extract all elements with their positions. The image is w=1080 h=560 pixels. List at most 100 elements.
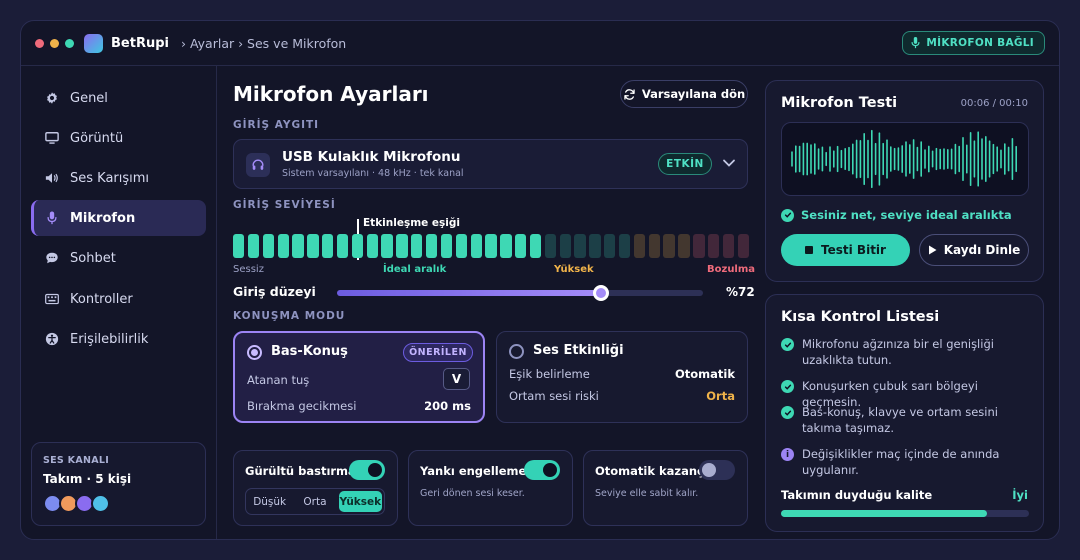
sidebar-item-microphone[interactable]: Mikrofon — [31, 200, 206, 236]
stop-icon — [805, 246, 814, 254]
sidebar-item-display[interactable]: Görüntü — [31, 120, 206, 156]
play-recording-button[interactable]: Kaydı Dinle — [919, 234, 1029, 266]
auto-gain-label: Otomatik kazanç — [595, 464, 704, 478]
level-segment — [425, 234, 438, 258]
monitor-icon — [45, 131, 59, 145]
noise-risk-value: Orta — [706, 389, 735, 403]
level-segment — [411, 234, 423, 258]
check-icon — [781, 338, 794, 351]
level-segment — [663, 234, 675, 258]
title-bar: BetRupi › Ayarlar › Ses ve Mikrofon MİKR… — [21, 21, 1059, 66]
headset-icon — [246, 153, 270, 177]
level-option-medium[interactable]: Orta — [293, 491, 336, 512]
accessibility-icon — [45, 332, 59, 346]
input-gain-value: %72 — [726, 285, 755, 299]
voice-activity-option[interactable]: Ses Etkinliği Eşik belirleme Otomatik Or… — [496, 331, 748, 423]
sidebar-item-label: Genel — [70, 90, 108, 106]
level-segment — [678, 234, 690, 258]
refresh-icon — [624, 88, 635, 100]
level-segment — [722, 234, 735, 258]
zone-label-silent: Sessiz — [233, 264, 264, 275]
keyboard-icon — [45, 292, 59, 306]
echo-cancellation-toggle[interactable] — [524, 460, 560, 480]
voice-channel-value: Takım · 5 kişi — [43, 472, 132, 486]
speech-mode-heading: KONUŞMA MODU — [233, 310, 346, 322]
threshold-mode-value: Otomatik — [674, 367, 735, 381]
release-delay-label: Bırakma gecikmesi — [247, 399, 357, 413]
level-segment — [500, 234, 512, 258]
toggle-knob — [543, 463, 557, 477]
voice-channel-card[interactable]: SES KANALI Takım · 5 kişi — [31, 442, 206, 526]
mic-status-badge: MİKROFON BAĞLI — [902, 31, 1045, 55]
check-icon — [781, 406, 794, 419]
level-option-low[interactable]: Düşük — [248, 491, 291, 512]
sidebar-item-sound-mix[interactable]: Ses Karışımı — [31, 160, 206, 196]
release-delay-value[interactable]: 200 ms — [424, 399, 471, 413]
echo-cancellation-card: Yankı engelleme Geri dönen sesi keser. — [408, 450, 573, 526]
sidebar-item-controls[interactable]: Kontroller — [31, 281, 206, 317]
level-segment — [708, 234, 720, 258]
level-segment — [559, 234, 571, 258]
sidebar-item-label: Görüntü — [70, 130, 124, 146]
assigned-key-button[interactable]: V — [443, 368, 470, 390]
reset-defaults-label: Varsayılana dön — [641, 87, 746, 101]
level-segment — [440, 234, 453, 258]
play-recording-label: Kaydı Dinle — [943, 243, 1021, 257]
mic-test-title: Mikrofon Testi — [781, 95, 898, 111]
threshold-label: Etkinleşme eşiği — [363, 217, 461, 229]
stop-test-button[interactable]: Testi Bitir — [781, 234, 910, 266]
input-device-heading: GİRİŞ AYGITI — [233, 119, 320, 131]
threshold-mode-label: Eşik belirleme — [509, 367, 590, 381]
sidebar-item-chat[interactable]: Sohbet — [31, 240, 206, 276]
sidebar-item-label: Ses Karışımı — [70, 170, 150, 186]
avatar — [91, 494, 110, 513]
input-gain-slider[interactable] — [337, 285, 703, 301]
auto-gain-card: Otomatik kazanç Seviye elle sabit kalır. — [583, 450, 748, 526]
zone-label-high: Yüksek — [554, 264, 594, 275]
input-device-select[interactable]: USB Kulaklık Mikrofonu Sistem varsayılan… — [233, 139, 748, 189]
input-level-heading: GİRİŞ SEVİYESİ — [233, 199, 336, 211]
minimize-dot[interactable] — [50, 38, 59, 48]
level-option-high[interactable]: Yüksek — [338, 491, 382, 512]
slider-handle[interactable] — [592, 285, 609, 301]
checklist-item-text: Değişiklikler maç içinde de anında uygul… — [802, 447, 1000, 477]
app-logo — [84, 33, 103, 53]
checklist-item: Bas-konuş, klavye ve ortam sesini takıma… — [781, 404, 1031, 436]
sidebar-item-label: Sohbet — [70, 250, 116, 266]
level-segment — [381, 234, 393, 258]
main-panel: Mikrofon Ayarları Varsayılana dön GİRİŞ … — [217, 66, 762, 539]
checklist-item: i Değişiklikler maç içinde de anında uyg… — [781, 446, 1031, 478]
sidebar-item-general[interactable]: Genel — [31, 80, 206, 116]
noise-suppression-toggle[interactable] — [349, 460, 385, 480]
suppression-level-selector: Düşük Orta Yüksek — [245, 488, 385, 515]
push-to-talk-title: Bas-Konuş — [271, 344, 348, 359]
app-title: BetRupi — [111, 35, 169, 51]
waveform-graphic — [791, 129, 1017, 189]
voice-activity-radio[interactable] — [509, 344, 524, 359]
input-gain-label: Giriş düzeyi — [233, 284, 316, 299]
checklist-title: Kısa Kontrol Listesi — [781, 309, 940, 325]
mic-test-time: 00:06 / 00:10 — [960, 98, 1028, 109]
mic-status-text: MİKROFON BAĞLI — [926, 37, 1034, 49]
auto-gain-toggle[interactable] — [699, 460, 735, 480]
push-to-talk-option[interactable]: Bas-Konuş ÖNERİLEN Atanan tuş V Bırakma … — [233, 331, 485, 423]
device-status-badge: ETKİN — [658, 153, 712, 175]
level-segment — [633, 234, 646, 258]
sidebar-item-label: Kontroller — [70, 291, 133, 307]
maximize-dot[interactable] — [65, 38, 74, 48]
level-segment — [455, 234, 467, 258]
level-segment — [589, 234, 601, 258]
checklist-item-text: Mikrofonu ağzınıza bir el genişliği uzak… — [802, 337, 994, 367]
level-segment — [351, 234, 364, 258]
slider-fill — [337, 290, 601, 296]
microphone-icon — [45, 211, 59, 225]
sidebar-item-accessibility[interactable]: Erişilebilirlik — [31, 321, 206, 357]
level-segment — [648, 234, 660, 258]
reset-defaults-button[interactable]: Varsayılana dön — [620, 80, 748, 108]
waveform — [781, 122, 1029, 196]
settings-window: BetRupi › Ayarlar › Ses ve Mikrofon MİKR… — [20, 20, 1060, 540]
speaker-icon — [45, 171, 59, 185]
close-dot[interactable] — [35, 38, 44, 48]
push-to-talk-radio[interactable] — [247, 345, 262, 360]
level-segment — [529, 234, 542, 258]
